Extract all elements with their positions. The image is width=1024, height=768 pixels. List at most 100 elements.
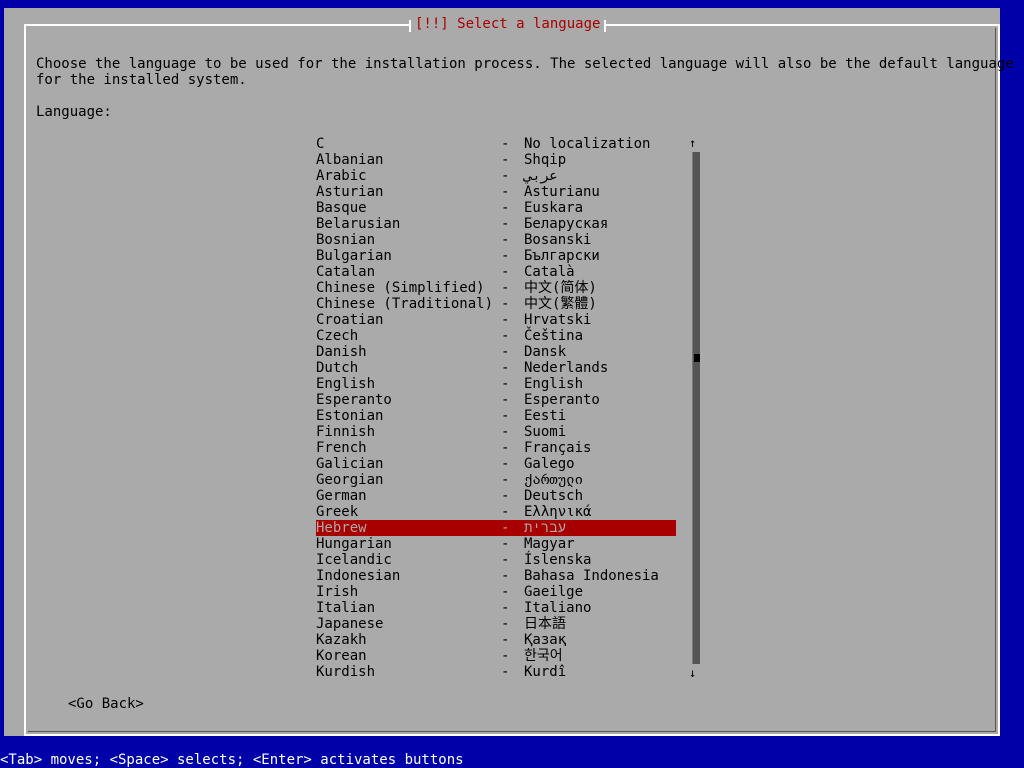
- language-name: Bulgarian: [316, 248, 392, 264]
- language-native-name: Català: [524, 264, 575, 280]
- language-option[interactable]: Asturian - Asturianu: [316, 184, 676, 200]
- language-native-name: Magyar: [524, 536, 575, 552]
- language-native-name: Galego: [524, 456, 575, 472]
- language-name: Irish: [316, 584, 359, 600]
- language-option[interactable]: Japanese - 日本語: [316, 616, 676, 632]
- language-option[interactable]: English - English: [316, 376, 676, 392]
- language-native-name: ქართული: [524, 472, 584, 488]
- language-native-name: Ελληνικά: [524, 504, 592, 520]
- separator-dash: -: [501, 440, 510, 456]
- language-option[interactable]: Chinese (Simplified) - 中文(简体): [316, 280, 676, 296]
- language-option[interactable]: Arabic - عربي: [316, 168, 676, 184]
- language-option[interactable]: Indonesian - Bahasa Indonesia: [316, 568, 676, 584]
- language-name: Kazakh: [316, 632, 367, 648]
- language-option[interactable]: Icelandic - Íslenska: [316, 552, 676, 568]
- language-option[interactable]: Galician - Galego: [316, 456, 676, 472]
- language-native-name: Gaeilge: [524, 584, 584, 600]
- language-name: Icelandic: [316, 552, 392, 568]
- separator-dash: -: [501, 344, 510, 360]
- language-option[interactable]: Hebrew - עברית: [316, 520, 676, 536]
- separator-dash: -: [501, 552, 510, 568]
- separator-dash: -: [501, 472, 510, 488]
- separator-dash: -: [501, 360, 510, 376]
- language-option[interactable]: Dutch - Nederlands: [316, 360, 676, 376]
- scrollbar[interactable]: ↑ ↓: [689, 135, 700, 681]
- language-name: Asturian: [316, 184, 384, 200]
- separator-dash: -: [501, 136, 510, 152]
- scroll-up-arrow-icon[interactable]: ↑: [689, 135, 696, 151]
- language-name: Arabic: [316, 168, 367, 184]
- language-name: Japanese: [316, 616, 384, 632]
- language-option[interactable]: Albanian - Shqip: [316, 152, 676, 168]
- language-option[interactable]: Czech - Čeština: [316, 328, 676, 344]
- separator-dash: -: [501, 296, 510, 312]
- scrollbar-track[interactable]: [692, 152, 700, 664]
- language-native-name: Čeština: [524, 328, 584, 344]
- language-native-name: Shqip: [524, 152, 567, 168]
- separator-dash: -: [501, 632, 510, 648]
- language-option[interactable]: German - Deutsch: [316, 488, 676, 504]
- language-option[interactable]: Basque - Euskara: [316, 200, 676, 216]
- language-name: Esperanto: [316, 392, 392, 408]
- dialog-title: [!!] Select a language: [409, 16, 607, 32]
- language-option[interactable]: Belarusian - Беларуская: [316, 216, 676, 232]
- separator-dash: -: [501, 168, 510, 184]
- language-option[interactable]: Kurdish - Kurdî: [316, 664, 676, 680]
- language-option[interactable]: Croatian - Hrvatski: [316, 312, 676, 328]
- language-native-name: Français: [524, 440, 592, 456]
- separator-dash: -: [501, 376, 510, 392]
- language-option[interactable]: Bosnian - Bosanski: [316, 232, 676, 248]
- separator-dash: -: [501, 216, 510, 232]
- go-back-button[interactable]: <Go Back>: [68, 696, 144, 712]
- language-option[interactable]: Korean - 한국어: [316, 648, 676, 664]
- language-name: Catalan: [316, 264, 376, 280]
- language-option[interactable]: Finnish - Suomi: [316, 424, 676, 440]
- language-native-name: Deutsch: [524, 488, 584, 504]
- language-native-name: עברית: [524, 520, 567, 536]
- scroll-down-arrow-icon[interactable]: ↓: [689, 665, 696, 681]
- language-option[interactable]: Danish - Dansk: [316, 344, 676, 360]
- language-option[interactable]: Catalan - Català: [316, 264, 676, 280]
- language-name: Belarusian: [316, 216, 401, 232]
- language-option[interactable]: Greek - Ελληνικά: [316, 504, 676, 520]
- separator-dash: -: [501, 152, 510, 168]
- language-option[interactable]: Chinese (Traditional) - 中文(繁體): [316, 296, 676, 312]
- language-option[interactable]: Hungarian - Magyar: [316, 536, 676, 552]
- language-option[interactable]: Georgian - ქართული: [316, 472, 676, 488]
- language-name: German: [316, 488, 367, 504]
- language-native-name: Esperanto: [524, 392, 600, 408]
- language-option[interactable]: Irish - Gaeilge: [316, 584, 676, 600]
- language-option[interactable]: Bulgarian - Български: [316, 248, 676, 264]
- language-name: Hungarian: [316, 536, 392, 552]
- language-name: Basque: [316, 200, 367, 216]
- separator-dash: -: [501, 280, 510, 296]
- language-name: Korean: [316, 648, 367, 664]
- separator-dash: -: [501, 424, 510, 440]
- language-name: Albanian: [316, 152, 384, 168]
- separator-dash: -: [501, 232, 510, 248]
- separator-dash: -: [501, 648, 510, 664]
- language-option[interactable]: Kazakh - Қазақ: [316, 632, 676, 648]
- separator-dash: -: [501, 248, 510, 264]
- language-native-name: Eesti: [524, 408, 567, 424]
- language-native-name: Euskara: [524, 200, 584, 216]
- language-option[interactable]: Esperanto - Esperanto: [316, 392, 676, 408]
- language-option[interactable]: C - No localization: [316, 136, 676, 152]
- language-option[interactable]: French - Français: [316, 440, 676, 456]
- language-native-name: Bosanski: [524, 232, 592, 248]
- separator-dash: -: [501, 568, 510, 584]
- language-name: Bosnian: [316, 232, 376, 248]
- language-label: Language:: [36, 104, 112, 120]
- language-option[interactable]: Estonian - Eesti: [316, 408, 676, 424]
- language-name: French: [316, 440, 367, 456]
- separator-dash: -: [501, 488, 510, 504]
- language-option[interactable]: Italian - Italiano: [316, 600, 676, 616]
- language-name: Estonian: [316, 408, 384, 424]
- language-native-name: Íslenska: [524, 552, 592, 568]
- separator-dash: -: [501, 264, 510, 280]
- scrollbar-thumb[interactable]: [694, 354, 700, 362]
- language-list[interactable]: C - No localization Albanian - Shqip Arabic - عر…: [316, 136, 676, 680]
- separator-dash: -: [501, 520, 510, 536]
- language-name: Finnish: [316, 424, 376, 440]
- language-name: Dutch: [316, 360, 359, 376]
